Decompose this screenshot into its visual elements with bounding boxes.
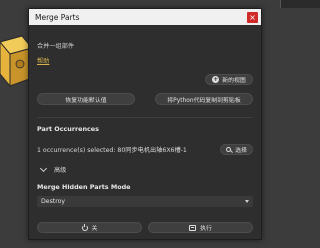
search-icon	[226, 147, 232, 152]
divider	[37, 117, 253, 118]
merge-mode-dropdown[interactable]: Destroy	[37, 196, 253, 207]
merge-mode-value: Destroy	[41, 198, 66, 205]
close-icon[interactable]: ×	[247, 11, 258, 23]
plus-circle-icon: +	[212, 76, 220, 83]
advanced-label: 高级	[54, 167, 67, 174]
viewport-corner-tab	[280, 0, 320, 8]
close-button[interactable]: 关	[37, 222, 142, 233]
advanced-toggle[interactable]: 高级	[37, 164, 253, 174]
merge-parts-dialog: Merge Parts × 合并一组部件 帮助 + 新的视图 恢复功能默认值 将…	[28, 8, 262, 240]
dialog-title: Merge Parts	[35, 12, 80, 22]
select-label: 选择	[235, 148, 247, 154]
execute-button-label: 执行	[200, 226, 212, 232]
occurrences-summary: 1 occurrence(s) selected: 80同步电机出轴6X6槽-1…	[37, 147, 187, 154]
reset-defaults-button[interactable]: 恢复功能默认值	[37, 93, 135, 105]
merge-mode-title: Merge Hidden Parts Mode	[37, 183, 131, 191]
execute-icon	[189, 224, 197, 231]
help-link[interactable]: 帮助	[37, 56, 49, 65]
dialog-description: 合并一组部件	[37, 43, 75, 50]
part-occurrences-title: Part Occurrences	[37, 125, 99, 133]
caret-down-icon	[245, 200, 249, 203]
execute-button[interactable]: 执行	[148, 222, 253, 233]
power-icon	[81, 223, 88, 231]
chevron-down-icon	[39, 164, 48, 173]
copy-python-button[interactable]: 将Python代码复制到剪贴板	[155, 93, 253, 105]
new-view-button[interactable]: + 新的视图	[205, 74, 253, 85]
new-view-label: 新的视图	[222, 78, 246, 84]
close-button-label: 关	[91, 226, 98, 232]
dialog-titlebar[interactable]: Merge Parts ×	[29, 9, 261, 25]
select-button[interactable]: 选择	[220, 144, 253, 155]
